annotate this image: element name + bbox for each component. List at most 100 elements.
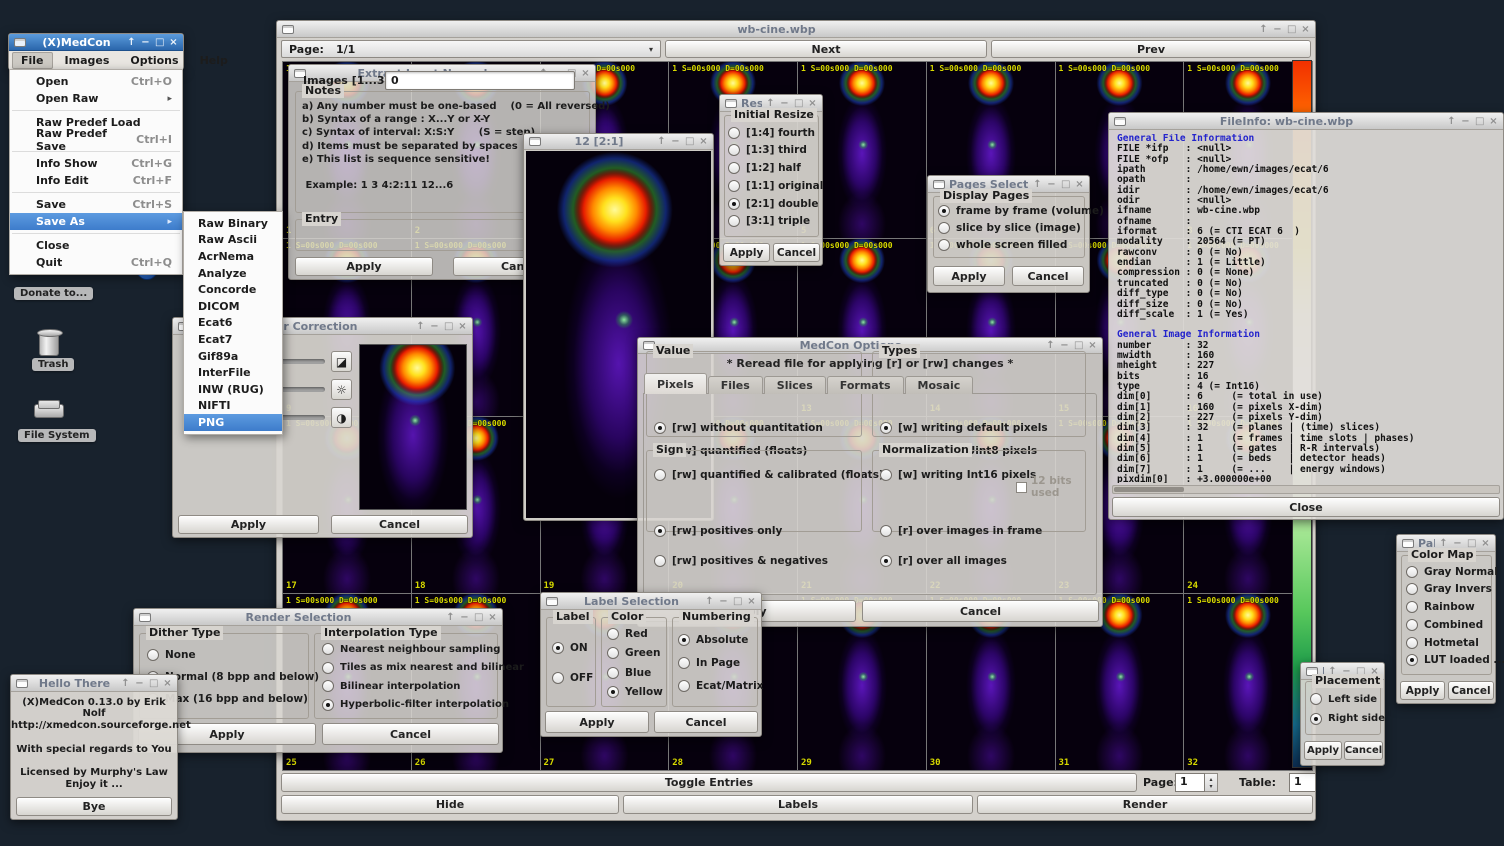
menu-item-raw-predef-save[interactable]: Raw Predef SaveCtrl+I	[10, 131, 182, 148]
cancel-button[interactable]: Cancel	[773, 243, 820, 262]
shade-button[interactable]: ↑	[446, 612, 455, 623]
minimize-button[interactable]: −	[1461, 116, 1470, 127]
maximize-button[interactable]: □	[444, 321, 453, 332]
menu-item-open[interactable]: OpenCtrl+O	[10, 73, 182, 90]
shade-button[interactable]: ↑	[1447, 116, 1456, 127]
spinner-arrows-icon[interactable]: ▴▾	[1205, 773, 1218, 792]
table-spinner[interactable]: 1 ▴▾	[1289, 773, 1316, 792]
horizontal-scrollbar[interactable]	[1112, 485, 1500, 494]
shade-button[interactable]: ↑	[1033, 179, 1042, 190]
minimize-button[interactable]: −	[135, 678, 144, 689]
images-input[interactable]: 0	[385, 71, 575, 90]
normalization-option[interactable]: [r] over all images	[880, 555, 1086, 567]
minimize-button[interactable]: −	[1060, 340, 1069, 351]
resize-option[interactable]: [1:1] original	[728, 180, 820, 192]
color-map-option[interactable]: LUT loaded ...	[1406, 654, 1494, 666]
hide-button[interactable]: Hide	[281, 795, 619, 814]
shade-button[interactable]: ↑	[766, 98, 775, 109]
numbering-option[interactable]: Ecat/Matrix	[678, 680, 758, 692]
shade-button[interactable]: ↑	[416, 321, 425, 332]
menu-item-raw-ascii[interactable]: Raw Ascii	[184, 232, 282, 249]
file-system-icon[interactable]	[34, 404, 64, 418]
maximize-button[interactable]: □	[794, 98, 803, 109]
minimize-button[interactable]: −	[780, 98, 789, 109]
zoom-window-titlebar[interactable]: 12 [2:1]↑−□×	[524, 134, 713, 150]
close-button[interactable]: ×	[169, 37, 178, 48]
fileinfo-titlebar[interactable]: FileInfo: wb-cine.wbp↑−□×	[1109, 113, 1503, 130]
menu-item-nifti[interactable]: NIFTI	[184, 398, 282, 415]
close-button[interactable]: ×	[488, 612, 497, 623]
maximize-button[interactable]: □	[733, 596, 742, 607]
sign-option[interactable]: [rw] positives & negatives	[654, 555, 854, 567]
gamma-icon[interactable]: ◪	[331, 351, 352, 372]
contrast-icon[interactable]: ◑	[331, 407, 352, 428]
menu-item-inw-rug-[interactable]: INW (RUG)	[184, 381, 282, 398]
apply-button[interactable]: Apply	[1400, 681, 1445, 700]
page-spinner-value[interactable]: 1	[1175, 773, 1205, 792]
scrollbar-thumb[interactable]	[1114, 487, 1184, 492]
menu-item-dicom[interactable]: DICOM	[184, 298, 282, 315]
menu-item-raw-binary[interactable]: Raw Binary	[184, 215, 282, 232]
apply-button[interactable]: Apply	[723, 243, 770, 262]
shade-button[interactable]: ↑	[1046, 340, 1055, 351]
cancel-button[interactable]: Cancel	[331, 515, 468, 534]
cancel-button[interactable]: Cancel	[1344, 741, 1383, 760]
close-button[interactable]: ×	[699, 136, 708, 147]
menu-item-info-show[interactable]: Info ShowCtrl+G	[10, 155, 182, 172]
minimize-button[interactable]: −	[430, 321, 439, 332]
tab-mosaic[interactable]: Mosaic	[905, 376, 974, 394]
resize-option[interactable]: [1:2] half	[728, 162, 820, 174]
cancel-button[interactable]: Cancel	[322, 723, 499, 745]
interpolation-option[interactable]: Hyperbolic-filter interpolation	[322, 699, 498, 711]
color-map-option[interactable]: Rainbow	[1406, 601, 1494, 613]
close-button[interactable]: ×	[458, 321, 467, 332]
bye-button[interactable]: Bye	[16, 797, 172, 816]
toggle-entries-button[interactable]: Toggle Entries	[281, 773, 1137, 792]
display-pages-option[interactable]: frame by frame (volume)	[938, 205, 1086, 217]
close-button[interactable]: ×	[163, 678, 172, 689]
close-button[interactable]: ×	[1075, 179, 1084, 190]
menu-item-save[interactable]: SaveCtrl+S	[10, 196, 182, 213]
cancel-button[interactable]: Cancel	[1448, 681, 1494, 700]
maximize-button[interactable]: □	[1074, 340, 1083, 351]
menu-file[interactable]: File	[12, 52, 53, 69]
close-button[interactable]: ×	[1481, 538, 1490, 549]
maximize-button[interactable]: □	[1467, 538, 1476, 549]
menu-item-info-edit[interactable]: Info EditCtrl+F	[10, 172, 182, 189]
color-option[interactable]: Blue	[607, 667, 667, 679]
maximize-button[interactable]: □	[685, 136, 694, 147]
close-button[interactable]: ×	[581, 68, 590, 79]
menu-item-open-raw[interactable]: Open Raw▸	[10, 90, 182, 107]
desktop-icon-donate[interactable]: Donate to...	[14, 287, 93, 300]
resize-option[interactable]: [2:1] double	[728, 198, 820, 210]
tab-formats[interactable]: Formats	[827, 376, 904, 394]
dither-option[interactable]: None	[147, 649, 307, 661]
close-button[interactable]: ×	[1088, 340, 1097, 351]
resize-option[interactable]: [1:4] fourth	[728, 127, 820, 139]
display-pages-option[interactable]: slice by slice (image)	[938, 222, 1086, 234]
menu-item-ecat6[interactable]: Ecat6	[184, 315, 282, 332]
close-button[interactable]: ×	[747, 596, 756, 607]
hello-titlebar[interactable]: Hello There↑−□×	[11, 675, 177, 692]
color-map-option[interactable]: Hotmetal	[1406, 637, 1494, 649]
rendersel-titlebar[interactable]: Render Selection↑−□×	[134, 609, 502, 626]
tab-files[interactable]: Files	[708, 376, 763, 394]
main-window-titlebar[interactable]: wb-cine.wbp↑−□×	[277, 21, 1315, 38]
color-option[interactable]: Red	[607, 628, 667, 640]
minimize-button[interactable]: −	[671, 136, 680, 147]
resize-option[interactable]: [1:3] third	[728, 144, 820, 156]
medcon-titlebar[interactable]: (X)MedCon↑−□×	[9, 34, 183, 51]
maximize-button[interactable]: □	[1475, 116, 1484, 127]
minimize-button[interactable]: −	[141, 37, 150, 48]
shade-button[interactable]: ↑	[1259, 24, 1268, 35]
page-combo[interactable]: Page: 1/1 ▾	[281, 40, 661, 58]
interpolation-option[interactable]: Nearest neighbour sampling	[322, 643, 498, 655]
maximize-button[interactable]: □	[1287, 24, 1296, 35]
menu-item-analyze[interactable]: Analyze	[184, 265, 282, 282]
labels-button[interactable]: Labels	[623, 795, 973, 814]
maximize-button[interactable]: □	[149, 678, 158, 689]
sign-option[interactable]: [rw] positives only	[654, 525, 854, 537]
normalization-option[interactable]: [r] over images in frame	[880, 525, 1086, 537]
cancel-button[interactable]: Cancel	[1012, 266, 1084, 286]
tab-pixels[interactable]: Pixels	[644, 373, 707, 394]
